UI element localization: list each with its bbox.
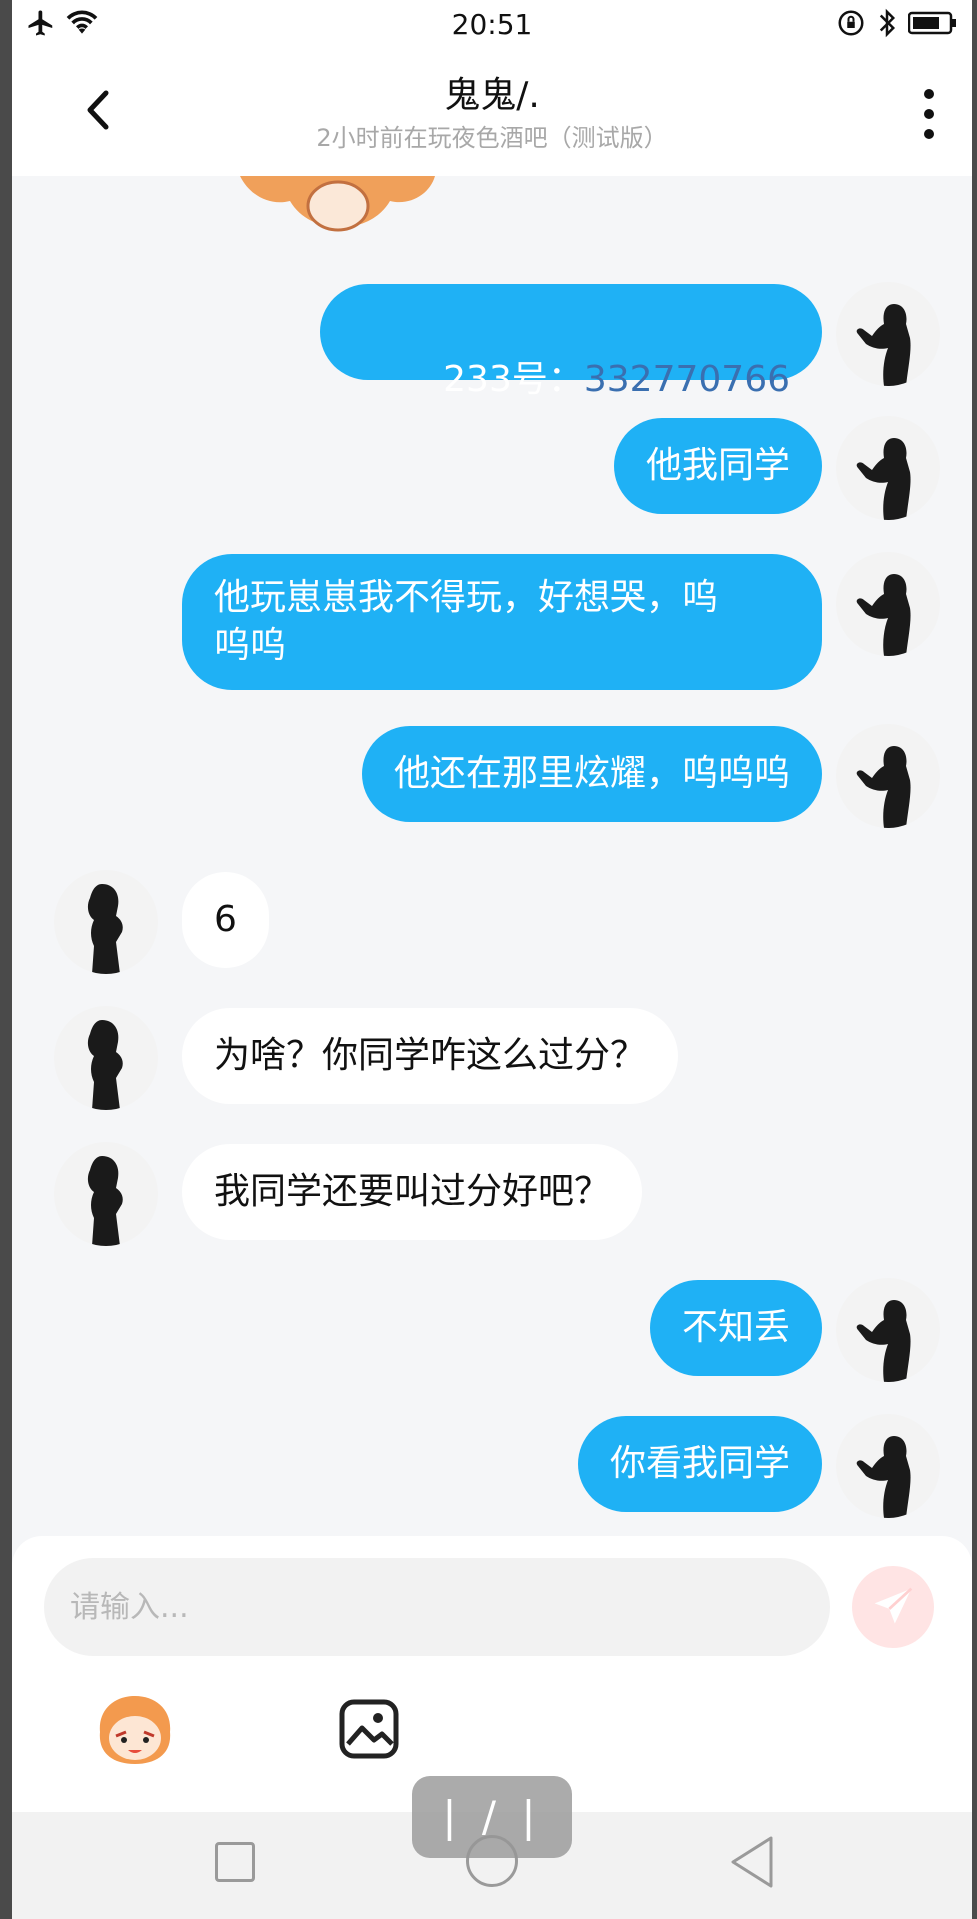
chat-header: 鬼鬼/. 2小时前在玩夜色酒吧（测试版）: [12, 50, 972, 176]
bluetooth-icon: [879, 8, 896, 38]
outgoing-message[interactable]: 他玩崽崽我不得玩，好想哭，呜 呜呜: [12, 552, 972, 692]
status-right-icons: [836, 8, 958, 38]
silhouette-avatar-icon: [856, 574, 911, 656]
image-picker-icon[interactable]: [338, 1698, 400, 1760]
incoming-message[interactable]: 为啥？你同学咋这么过分？: [12, 1006, 972, 1110]
my-avatar[interactable]: [836, 282, 940, 386]
send-button[interactable]: [852, 1566, 934, 1648]
message-bubble[interactable]: 我同学还要叫过分好吧？: [182, 1144, 643, 1240]
send-icon: [874, 1587, 913, 1624]
contact-status: 2小时前在玩夜色酒吧（测试版）: [316, 124, 668, 152]
incoming-message[interactable]: 6: [12, 870, 972, 974]
message-bubble[interactable]: 6: [182, 872, 269, 968]
contact-name: 鬼鬼/.: [444, 75, 540, 116]
outgoing-message[interactable]: 他我同学: [12, 416, 972, 520]
message-bubble[interactable]: 他玩崽崽我不得玩，好想哭，呜 呜呜: [182, 554, 822, 690]
battery-icon: [908, 11, 956, 35]
cartoon-sticker-image: [240, 176, 435, 232]
silhouette-avatar-icon: [856, 304, 911, 386]
incoming-message[interactable]: 我同学还要叫过分好吧？: [12, 1142, 972, 1246]
message-bubble[interactable]: 233号：332770766: [319, 284, 822, 400]
outgoing-message[interactable]: 你看我同学: [12, 1414, 972, 1518]
message-bubble[interactable]: 他还在那里炫耀，呜呜呜: [361, 726, 822, 822]
message-list[interactable]: 233号：332770766 他我同学 他玩崽崽我不得玩，好想哭，呜 呜呜 他还…: [12, 176, 972, 1536]
recent-apps-button[interactable]: [215, 1842, 255, 1882]
contact-avatar[interactable]: [54, 1142, 158, 1246]
contact-avatar[interactable]: [54, 870, 158, 974]
my-avatar[interactable]: [836, 724, 940, 828]
more-options-icon[interactable]: [914, 86, 944, 142]
my-avatar[interactable]: [836, 416, 940, 520]
girl-silhouette-avatar-icon: [87, 1156, 123, 1246]
my-avatar[interactable]: [836, 552, 940, 656]
message-bubble[interactable]: 他我同学: [613, 418, 822, 514]
message-input[interactable]: [44, 1558, 830, 1656]
silhouette-avatar-icon: [856, 438, 911, 520]
contact-avatar[interactable]: [54, 1006, 158, 1110]
silhouette-avatar-icon: [856, 1436, 911, 1518]
silhouette-avatar-icon: [856, 1300, 911, 1382]
my-avatar[interactable]: [836, 1414, 940, 1518]
message-bubble[interactable]: 为啥？你同学咋这么过分？: [182, 1008, 679, 1104]
sticker-emoji-icon[interactable]: [94, 1692, 176, 1766]
chat-screen: 20:51 鬼鬼/. 2小时前在玩夜色酒吧（测试版） 233号：33277076…: [12, 0, 972, 1919]
status-bar: 20:51: [12, 0, 972, 50]
outgoing-message[interactable]: 不知丢: [12, 1278, 972, 1382]
outgoing-message[interactable]: 233号：332770766: [12, 280, 972, 400]
status-time: 20:51: [451, 8, 533, 41]
message-bubble[interactable]: 你看我同学: [577, 1416, 822, 1512]
message-bubble[interactable]: 不知丢: [649, 1280, 822, 1376]
girl-silhouette-avatar-icon: [87, 1020, 123, 1110]
composer: [12, 1536, 972, 1812]
silhouette-avatar-icon: [856, 746, 911, 828]
rotation-lock-icon: [838, 10, 864, 36]
account-number-link[interactable]: 332770766: [584, 359, 790, 400]
message-text: 233号：: [443, 359, 584, 400]
my-avatar[interactable]: [836, 1278, 940, 1382]
girl-silhouette-avatar-icon: [87, 884, 123, 974]
system-back-icon[interactable]: [727, 1834, 777, 1890]
outgoing-message[interactable]: 他还在那里炫耀，呜呜呜: [12, 724, 972, 828]
page-indicator-overlay: | / |: [412, 1776, 572, 1858]
